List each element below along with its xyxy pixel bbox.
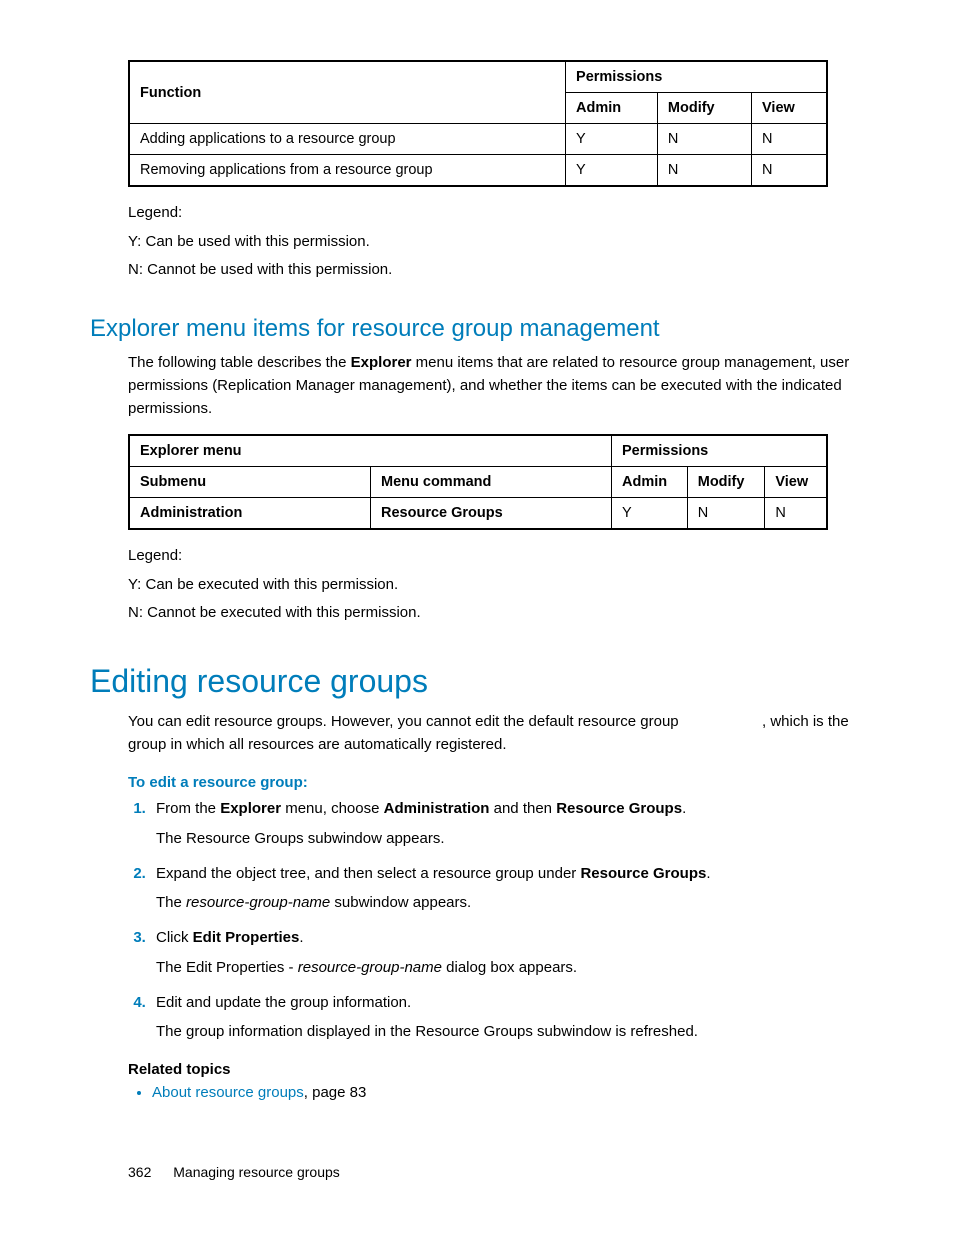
table-row: Removing applications from a resource gr… [129, 155, 827, 187]
table-row: Administration Resource Groups Y N N [129, 498, 827, 530]
legend-block-2: Legend: Y: Can be executed with this per… [128, 542, 864, 628]
cell-function: Removing applications from a resource gr… [129, 155, 566, 187]
text: menu, choose [281, 800, 384, 817]
cell-modify: N [657, 124, 751, 155]
text: From the [156, 800, 220, 817]
page-number: 362 [128, 1164, 151, 1180]
text: and then [489, 800, 556, 817]
cell-command: Resource Groups [371, 498, 612, 530]
cell-modify: N [687, 498, 765, 530]
text-bold: Resource Groups [556, 800, 682, 817]
col-submenu: Submenu [129, 467, 371, 498]
legend-y: Y: Can be executed with this permission. [128, 571, 864, 600]
col-command: Menu command [371, 467, 612, 498]
list-item: Edit and update the group information. T… [150, 991, 864, 1044]
cell-view: N [752, 155, 827, 187]
cell-admin: Y [612, 498, 688, 530]
list-item: Click Edit Properties. The Edit Properti… [150, 926, 864, 979]
section1-intro: The following table describes the Explor… [128, 351, 864, 421]
col-explorer: Explorer menu [129, 435, 612, 467]
cell-submenu: Administration [129, 498, 371, 530]
sub-text: The Resource Groups subwindow appears. [156, 827, 864, 850]
text-italic: resource-group-name [298, 959, 442, 976]
table-row: Adding applications to a resource group … [129, 124, 827, 155]
cell-view: N [752, 124, 827, 155]
text-bold: Edit Properties [193, 929, 300, 946]
text: The [156, 894, 186, 911]
text-bold: Resource Groups [580, 865, 706, 882]
footer-title: Managing resource groups [173, 1164, 340, 1180]
col-view: View [752, 93, 827, 124]
legend-n: N: Cannot be executed with this permissi… [128, 599, 864, 628]
section-heading-editing: Editing resource groups [90, 663, 864, 700]
sub-text: The resource-group-name subwindow appear… [156, 891, 864, 914]
page-footer: 362 Managing resource groups [128, 1164, 340, 1180]
text: The following table describes the [128, 354, 351, 371]
col-modify: Modify [657, 93, 751, 124]
legend-n: N: Cannot be used with this permission. [128, 256, 864, 285]
cell-admin: Y [566, 124, 658, 155]
legend-title: Legend: [128, 199, 864, 228]
text: Edit and update the group information. [156, 994, 411, 1011]
text: . [682, 800, 686, 817]
section2-intro: You can edit resource groups. However, y… [128, 710, 864, 757]
text: Expand the object tree, and then select … [156, 865, 580, 882]
text-bold: Explorer [351, 354, 412, 371]
text: . [706, 865, 710, 882]
text-bold: Administration [384, 800, 490, 817]
text: subwindow appears. [330, 894, 471, 911]
explorer-permissions-table: Explorer menu Permissions Submenu Menu c… [128, 434, 828, 530]
legend-block: Legend: Y: Can be used with this permiss… [128, 199, 864, 285]
col-permissions: Permissions [612, 435, 828, 467]
text: The Edit Properties - [156, 959, 298, 976]
related-topics-heading: Related topics [128, 1061, 864, 1078]
sub-text: The group information displayed in the R… [156, 1020, 864, 1043]
col-admin: Admin [612, 467, 688, 498]
list-item: Expand the object tree, and then select … [150, 862, 864, 915]
text: . [299, 929, 303, 946]
sub-text: The Edit Properties - resource-group-nam… [156, 956, 864, 979]
related-link[interactable]: About resource groups [152, 1084, 304, 1101]
cell-view: N [765, 498, 827, 530]
procedure-title: To edit a resource group: [128, 774, 864, 791]
col-view: View [765, 467, 827, 498]
text: , page 83 [304, 1084, 367, 1101]
cell-admin: Y [566, 155, 658, 187]
text: dialog box appears. [442, 959, 577, 976]
text: You can edit resource groups. However, y… [128, 713, 679, 730]
col-permissions: Permissions [566, 61, 827, 93]
procedure-list: From the Explorer menu, choose Administr… [128, 797, 864, 1043]
function-permissions-table: Function Permissions Admin Modify View A… [128, 60, 828, 187]
section-heading-explorer: Explorer menu items for resource group m… [90, 315, 864, 343]
col-modify: Modify [687, 467, 765, 498]
list-item: From the Explorer menu, choose Administr… [150, 797, 864, 850]
col-admin: Admin [566, 93, 658, 124]
col-function: Function [129, 61, 566, 124]
text-italic: resource-group-name [186, 894, 330, 911]
legend-y: Y: Can be used with this permission. [128, 228, 864, 257]
cell-modify: N [657, 155, 751, 187]
text: Click [156, 929, 193, 946]
list-item: About resource groups, page 83 [152, 1084, 864, 1101]
cell-function: Adding applications to a resource group [129, 124, 566, 155]
related-topics-list: About resource groups, page 83 [138, 1084, 864, 1101]
legend-title: Legend: [128, 542, 864, 571]
text-bold: Explorer [220, 800, 281, 817]
